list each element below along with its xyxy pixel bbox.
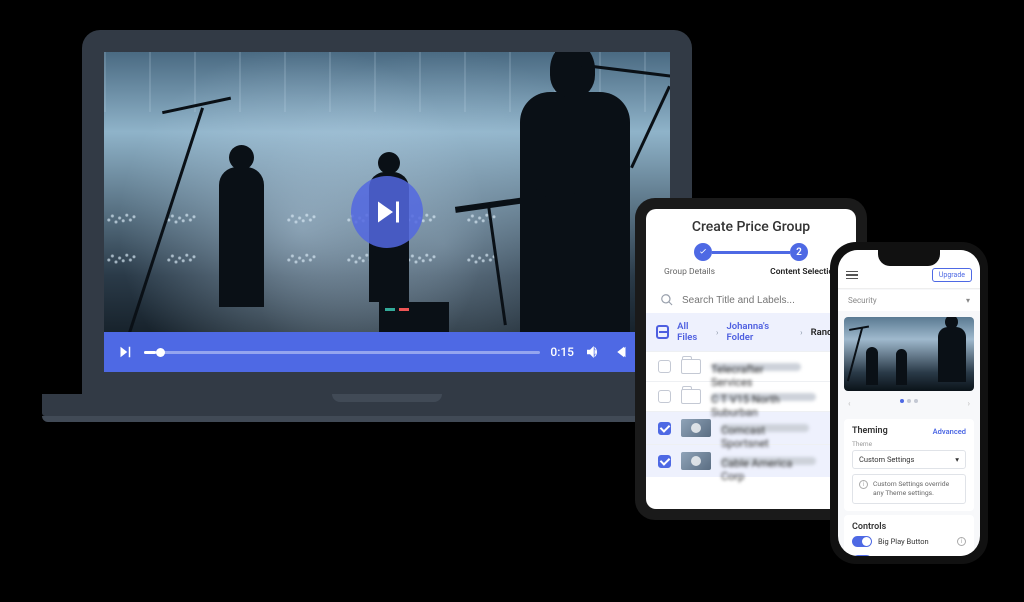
- theme-value: Custom Settings: [859, 455, 914, 464]
- control-toggle-row: Play/Pause i: [852, 551, 966, 556]
- video-controls-bar: 0:15: [104, 332, 670, 372]
- control-label: Big Play Button: [872, 537, 957, 546]
- scene-mic-stand: [847, 328, 863, 382]
- folder-icon: [681, 359, 701, 374]
- volume-icon[interactable]: [584, 343, 602, 361]
- file-label: Comcast Sportsnet: [721, 424, 809, 432]
- carousel-dots-row: ‹ ›: [838, 397, 980, 415]
- security-dropdown[interactable]: Security ▾: [838, 290, 980, 311]
- folder-icon: [681, 389, 701, 404]
- search-icon: [660, 293, 674, 307]
- scene-singer: [896, 349, 907, 385]
- advanced-link[interactable]: Advanced: [933, 427, 966, 436]
- chevron-left-icon[interactable]: ‹: [848, 399, 851, 409]
- scene-guitarist: [219, 167, 264, 307]
- toggle-play-pause[interactable]: [852, 555, 872, 556]
- info-callout: i Custom Settings override any Theme set…: [852, 474, 966, 504]
- phone-topbar: Upgrade: [838, 250, 980, 289]
- checkbox-checked[interactable]: [658, 455, 671, 468]
- info-text: Custom Settings override any Theme setti…: [873, 480, 959, 498]
- current-time: 0:15: [550, 345, 574, 359]
- chevron-right-icon: ›: [800, 328, 802, 337]
- step-connector: [712, 251, 790, 254]
- scene-drummer: [938, 327, 966, 382]
- check-icon: [698, 247, 708, 257]
- chevron-right-icon[interactable]: ›: [967, 399, 970, 409]
- checkbox[interactable]: [658, 390, 671, 403]
- phone-device: Upgrade Security ▾ ‹ › Theming Advanced …: [830, 242, 988, 564]
- file-label: Telecrafter Services: [711, 363, 801, 371]
- video-player[interactable]: 0:15: [104, 52, 670, 372]
- controls-section: Controls Big Play Button i Play/Pause i: [844, 515, 974, 556]
- page-title: Create Price Group: [646, 209, 856, 243]
- step-1-done[interactable]: [694, 243, 712, 261]
- laptop-base: [42, 394, 732, 416]
- rewind-icon[interactable]: [612, 343, 630, 361]
- security-label: Security: [848, 296, 877, 305]
- controls-heading: Controls: [852, 522, 886, 532]
- hamburger-icon[interactable]: [846, 269, 858, 282]
- search-row: [646, 287, 856, 313]
- carousel-dots[interactable]: [900, 399, 918, 409]
- big-play-button[interactable]: [351, 176, 423, 248]
- toggle-big-play[interactable]: [852, 536, 872, 547]
- file-row-folder[interactable]: Telecrafter Services: [646, 351, 856, 381]
- step-1-label: Group Details: [664, 267, 715, 277]
- scene-drummer: [520, 92, 630, 332]
- step-2-label: Content Selection: [770, 267, 838, 277]
- checkbox[interactable]: [658, 360, 671, 373]
- chevron-right-icon: ›: [716, 328, 718, 337]
- scene-guitarist: [866, 347, 878, 385]
- file-label: C T V15 North Suburban: [711, 393, 816, 401]
- theme-field-label: Theme: [852, 440, 966, 448]
- video-thumbnail-icon: [681, 419, 711, 437]
- step-2-current[interactable]: 2: [790, 243, 808, 261]
- collapse-icon[interactable]: [656, 325, 669, 339]
- theming-heading: Theming: [852, 426, 888, 436]
- breadcrumb[interactable]: All Files › Johanna's Folder › Random: [646, 313, 856, 351]
- chevron-down-icon: ▾: [966, 296, 970, 305]
- phone-screen: Upgrade Security ▾ ‹ › Theming Advanced …: [838, 250, 980, 556]
- file-label: Cable America Corp: [721, 457, 816, 465]
- step-labels: Group Details Content Selection: [646, 265, 856, 287]
- checkbox-checked[interactable]: [658, 422, 671, 435]
- stepper: 2: [646, 243, 856, 265]
- control-toggle-row: Big Play Button i: [852, 532, 966, 551]
- video-thumbnail-icon: [681, 452, 711, 470]
- tablet-screen: Create Price Group 2 Group Details Conte…: [646, 209, 856, 509]
- play-next-icon[interactable]: [116, 343, 134, 361]
- breadcrumb-root[interactable]: All Files: [677, 321, 708, 343]
- play-next-icon: [369, 194, 405, 230]
- laptop-device: 0:15: [82, 30, 692, 416]
- upgrade-button[interactable]: Upgrade: [932, 268, 972, 282]
- info-icon: i: [859, 480, 868, 489]
- chevron-down-icon: ▾: [955, 455, 959, 464]
- info-icon[interactable]: i: [957, 537, 966, 546]
- theme-select[interactable]: Custom Settings ▾: [852, 450, 966, 469]
- video-preview-thumbnail[interactable]: [844, 317, 974, 391]
- laptop-screen: 0:15: [82, 30, 692, 394]
- theming-section: Theming Advanced Theme Custom Settings ▾…: [844, 419, 974, 511]
- breadcrumb-mid[interactable]: Johanna's Folder: [726, 321, 792, 343]
- progress-bar[interactable]: [144, 351, 540, 354]
- search-input[interactable]: [682, 295, 842, 306]
